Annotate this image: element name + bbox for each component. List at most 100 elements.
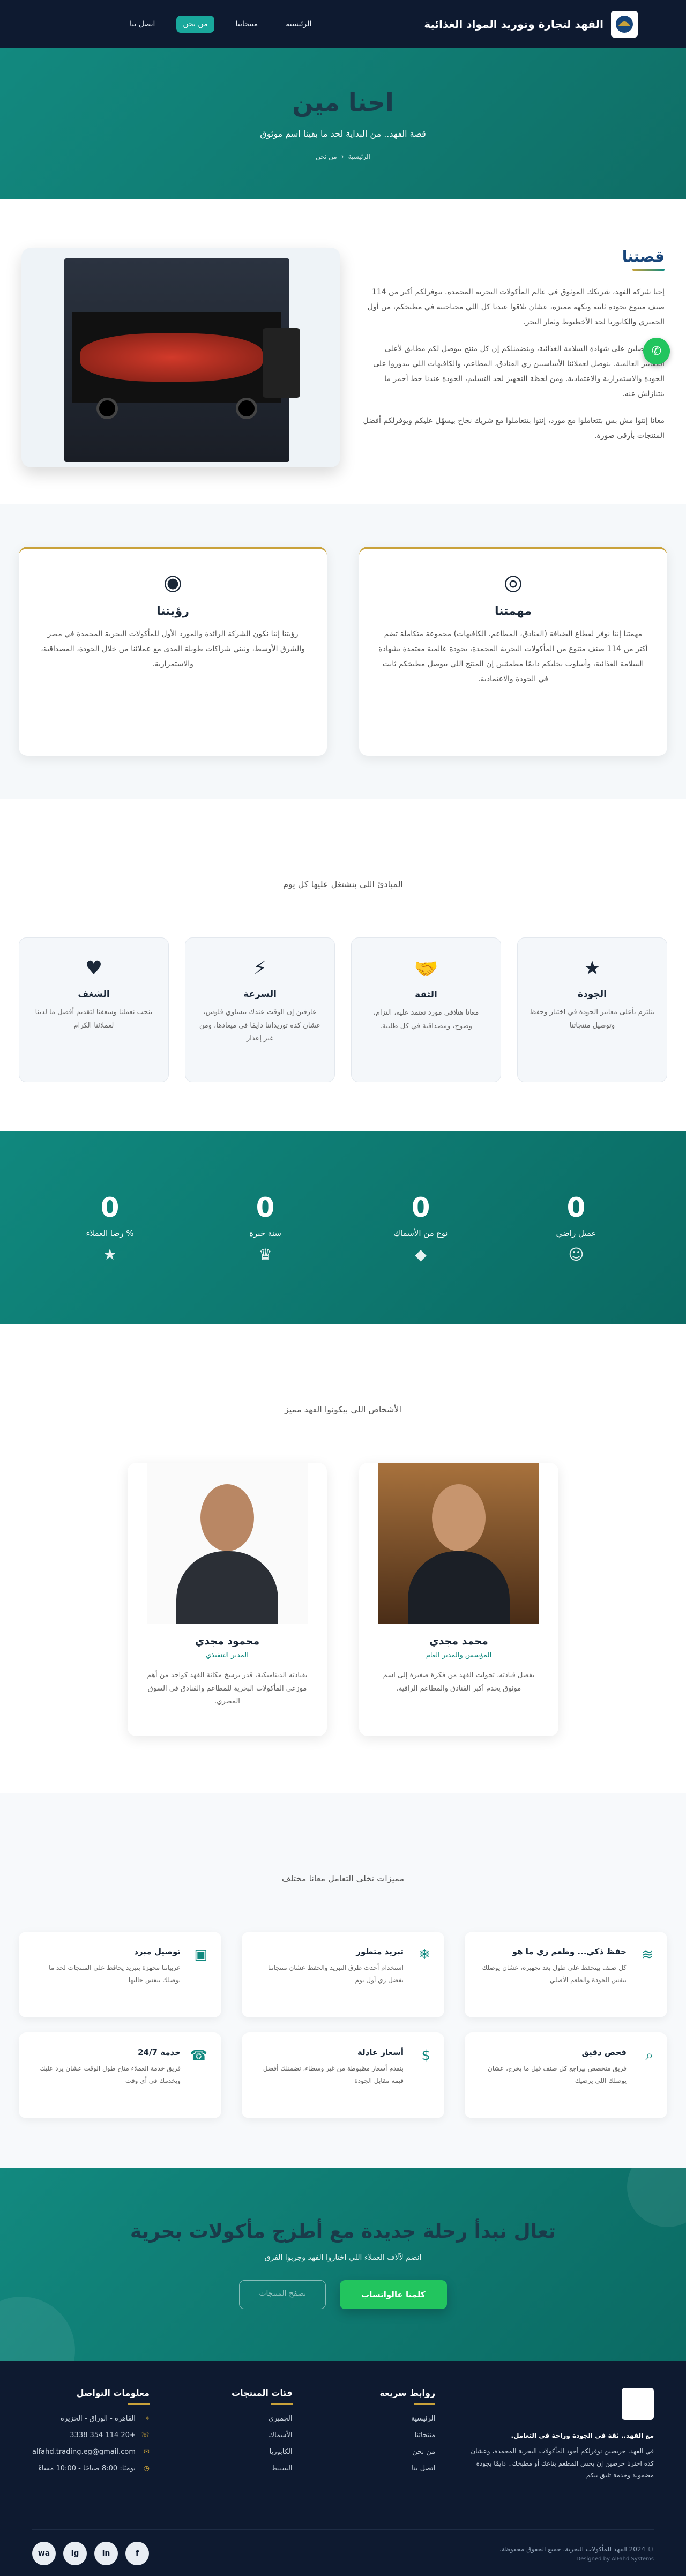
team-section: الأشخاص اللي بيكونوا الفهد مميز محمد مجد… [0,1324,686,1793]
team-member-card: محمود مجدي المدير التنفيذي بقيادته الدين… [128,1463,327,1736]
footer-tagline: مع الفهد.. ثقة في الجودة وراحة في التعام… [511,2432,654,2439]
footer-category-link[interactable]: الكابوريا [176,2448,293,2456]
feature-text: فريق خدمة العملاء متاح طول الوقت عشان ير… [40,2065,181,2084]
waves-icon: ≋ [642,1947,653,1963]
whatsapp-float-icon[interactable]: ✆ [643,338,670,364]
nav-contact[interactable]: اتصل بنا [123,16,161,33]
star-icon: ★ [583,957,601,979]
footer-category-link[interactable]: الجمبري [176,2415,293,2423]
values-heading: المبادئ اللي بنشتغل عليها كل يوم [283,879,403,889]
copyright: © 2024 الفهد للمأكولات البحرية. جميع الح… [499,2545,654,2553]
value-card: ♥ الشغف بنحب نعملنا وشغفنا لتقديم أفضل م… [19,937,169,1082]
nav-about[interactable]: من نحن [176,16,214,33]
hero-subtitle: قصة الفهد.. من البداية لحد ما بقينا اسم … [260,128,426,139]
footer-category-link[interactable]: السبيط [176,2465,292,2473]
contact-email[interactable]: ✉ alfahd.trading.eg@gmail.com [32,2448,150,2456]
whatsapp-button[interactable]: كلمنا عالواتساب [340,2280,447,2309]
member-bio: بفضل قيادته، تحولت الفهد من فكرة صغيرة إ… [383,1671,535,1693]
member-head [200,1484,254,1551]
story-paragraph: إحنا حاصلين على شهادة السلامة الغذائية، … [373,345,665,398]
feature-title: توصيل مبرد [134,1947,181,1956]
stat-label: نوع من الأسماك [393,1228,448,1238]
truck-icon: ▣ [194,1947,207,1963]
member-bio: بقيادته الديناميكية، قدر يرسخ مكانة الفه… [147,1671,308,1706]
nav-products[interactable]: منتجاتنا [229,16,265,33]
team-member-card: محمد مجدي المؤسس والمدير العام بفضل قياد… [359,1463,558,1736]
footer-copy: © 2024 الفهد للمأكولات البحرية. جميع الح… [499,2545,654,2562]
footer: مع الفهد.. ثقة في الجودة وراحة في التعام… [0,2361,686,2576]
story-paragraph: إحنا شركة الفهد، شريكك الموثوق في عالم ا… [367,288,665,326]
stat-item: 0 % رضا العملاء ★ [51,1192,169,1263]
browse-products-button[interactable]: تصفح المنتجات [239,2280,326,2309]
member-body [408,1551,510,1624]
clock-icon: ◷ [143,2465,150,2473]
stat-label: سنة خبرة [249,1228,281,1238]
cta-title: تعال نبدأ رحلة جديدة مع أطزج مأكولات بحر… [130,2220,556,2243]
contact-hours-text: يوميًا: 8:00 صباحًا - 10:00 مساءً [38,2465,136,2473]
breadcrumb-home[interactable]: الرئيسية [348,153,370,160]
wheel [96,398,118,419]
title-divider [632,269,665,271]
feature-text: استخدام أحدث طرق التبريد والحفظ عشان منت… [267,1964,404,1984]
mail-icon: ✉ [144,2448,150,2456]
member-name: محمود مجدي [195,1635,260,1647]
decorative-circle [627,2168,686,2227]
cta-text: انضم لآلاف العملاء اللي اختاروا الفهد وج… [264,2253,422,2262]
vision-card: ◉ رؤيتنا رؤيتنا إننا نكون الشركة الرائدة… [19,547,327,756]
footer-link[interactable]: اتصل بنا [319,2465,435,2473]
breadcrumb: الرئيسية ‹ من نحن [316,153,370,160]
stat-label: عميل راضي [556,1228,596,1238]
vision-mission-section: ◎ مهمتنا مهمتنا إننا نوفر لقطاع الضيافة … [0,504,686,799]
feature-card: $ أسعار عادلة بنقدم أسعار مظبوطة من غير و… [242,2032,444,2118]
footer-quick-links: روابط سريعة الرئيسية منتجاتنا من نحن اتص… [319,2388,436,2482]
stat-value: 0 [100,1192,120,1223]
bolt-icon: ⚡ [253,957,267,979]
stat-item: 0 سنة خبرة ♛ [206,1192,324,1263]
nav-home[interactable]: الرئيسية [279,16,318,33]
stat-label: % رضا العملاء [86,1228,134,1238]
feature-text: فريق متخصص بيراجع كل صنف قبل ما يخرج، عش… [487,2065,627,2084]
footer-category-link[interactable]: الأسماك [176,2431,292,2439]
vision-title: رؤيتنا [156,605,189,618]
footer-link[interactable]: الرئيسية [319,2415,435,2423]
nav-links: الرئيسية منتجاتنا من نحن اتصل بنا [123,16,318,33]
whatsapp-icon[interactable]: wa [32,2542,56,2565]
story-paragraph: معانا إنتوا مش بس بتتعاملوا مع مورد، إنت… [363,416,665,440]
footer-contact: معلومات التواصل ⌖ القاهرة - الوراق - الجز… [32,2388,150,2482]
hero-title: احنا مين [292,87,394,117]
wheel [236,398,257,419]
footer-logo-icon [622,2388,654,2420]
linkedin-icon[interactable]: in [94,2542,118,2565]
feature-text: بنقدم أسعار مظبوطة من غير وسطاء، تضمنلك … [263,2065,404,2084]
contact-email-text: alfahd.trading.eg@gmail.com [32,2448,136,2456]
footer-divider [271,2403,293,2405]
contact-hours: ◷ يوميًا: 8:00 صباحًا - 10:00 مساءً [32,2465,150,2473]
brand-name: الفهد لتجارة وتوريد المواد الغذائية [424,18,603,31]
stats-section: 0 عميل راضي ☺ 0 نوع من الأسماك ◆ 0 سنة خ… [0,1131,686,1324]
footer-link[interactable]: من نحن [319,2448,435,2456]
phone-icon: ☏ [140,2431,150,2439]
breadcrumb-separator-icon: ‹ [341,152,344,160]
facebook-icon[interactable]: f [125,2542,149,2565]
stat-value: 0 [256,1192,275,1223]
footer-link[interactable]: منتجاتنا [319,2431,435,2439]
story-title: قصتنا [622,248,665,265]
credit: Designed by AlFahd Systems [576,2556,654,2562]
story-section: قصتنا إحنا شركة الفهد، شريكك الموثوق في … [0,199,686,504]
feature-card: ▣ توصيل مبرد عربياتنا مجهزة بتبريد يحافظ … [19,1932,221,2017]
footer-divider [414,2403,436,2405]
trophy-icon: ♛ [258,1245,272,1263]
feature-card: ☎ خدمة 24/7 فريق خدمة العملاء متاح طول ال… [19,2032,221,2118]
hero: احنا مين قصة الفهد.. من البداية لحد ما ب… [0,48,686,199]
value-title: الثقة [415,989,437,1000]
instagram-icon[interactable]: ig [63,2542,87,2565]
contact-phone-text: +20 114 354 3338 [70,2431,136,2439]
brand[interactable]: الفهد لتجارة وتوريد المواد الغذائية [424,11,638,38]
navbar: الفهد لتجارة وتوريد المواد الغذائية الرئ… [0,0,686,48]
contact-phone[interactable]: ☏ +20 114 354 3338 [32,2431,150,2439]
mission-text: مهمتنا إننا نوفر لقطاع الضيافة (الفنادق،… [378,630,648,683]
stat-value: 0 [566,1192,586,1223]
feature-card: ⌕ فحص دقيق فريق متخصص بيراجع كل صنف قبل م… [465,2032,667,2118]
value-text: بنلتزم بأعلى معايير الجودة في اختيار وحف… [530,1008,655,1030]
values-section: المبادئ اللي بنشتغل عليها كل يوم ★ الجود… [0,799,686,1131]
